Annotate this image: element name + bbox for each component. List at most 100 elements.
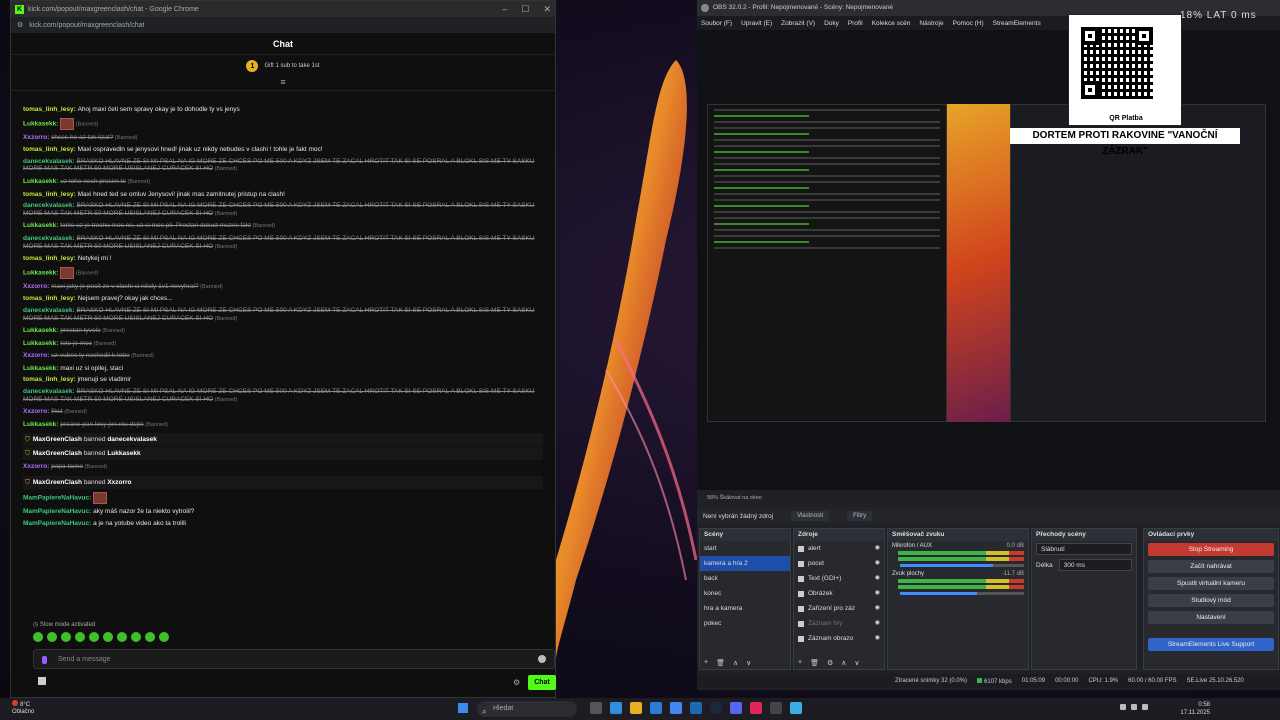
network-icon[interactable] — [1120, 704, 1126, 710]
source-name[interactable]: alert — [808, 541, 821, 556]
source-name[interactable]: Obrázek — [808, 586, 833, 601]
chat-username[interactable]: Lukkasekk: — [23, 365, 60, 372]
add-scene-icon[interactable]: + — [704, 659, 708, 667]
scene-up-icon[interactable]: ∧ — [733, 659, 738, 667]
source-item[interactable]: Záznam obrazo ◉ — [794, 631, 884, 646]
volume-icon[interactable] — [1131, 704, 1137, 710]
control-button[interactable]: Začít nahrávat — [1148, 560, 1274, 573]
preview-zoom-bar[interactable]: 58% Škálovat na okno — [697, 492, 1280, 504]
visibility-eye-icon[interactable]: ◉ — [875, 571, 880, 586]
se-support-button[interactable]: StreamElements Live Support — [1148, 638, 1274, 651]
weather-widget[interactable]: 8°C Oblačno — [12, 700, 34, 716]
chat-username[interactable]: danecekvalasek: — [23, 158, 76, 165]
chat-username[interactable]: MamPapiereNaHavuc: — [23, 495, 93, 502]
steam-icon[interactable] — [710, 702, 722, 714]
obs-menu-item[interactable]: Kolekce scén — [872, 20, 911, 27]
chat-username[interactable]: tomas_linh_lesy: — [23, 295, 78, 302]
obs-menu-item[interactable]: StreamElements — [993, 20, 1041, 27]
chat-username[interactable]: danecekvalasek: — [23, 235, 76, 242]
pinned-toggle-icon[interactable]: ≡ — [11, 77, 555, 91]
visibility-eye-icon[interactable]: ◉ — [875, 631, 880, 646]
chat-username[interactable]: Xxzorro: — [23, 283, 51, 290]
close-icon[interactable]: ✕ — [543, 4, 551, 15]
obs-menu-item[interactable]: Upravit (E) — [741, 20, 772, 27]
volume-fader[interactable] — [900, 592, 1024, 595]
emoji-picker-icon[interactable] — [538, 655, 546, 663]
obs-menu-item[interactable]: Soubor (F) — [701, 20, 732, 27]
source-name[interactable]: Záznam hry — [808, 616, 842, 631]
maximize-icon[interactable]: ☐ — [521, 4, 529, 15]
obs-menu-item[interactable]: Zobrazit (V) — [781, 20, 815, 27]
address-bar[interactable]: ⚙ kick.com/popout/maxgreenclash/chat — [11, 17, 555, 33]
control-button[interactable]: Spustit virtuální kameru — [1148, 577, 1274, 590]
emote-icon[interactable] — [47, 632, 57, 642]
source-item[interactable]: Obrázek ◉ — [794, 586, 884, 601]
visibility-eye-icon[interactable]: ◉ — [875, 601, 880, 616]
taskbar-search-label[interactable]: Hledat — [493, 705, 513, 712]
emote-icon[interactable] — [103, 632, 113, 642]
chat-username[interactable]: tomas_linh_lesy: — [23, 106, 78, 113]
chat-username[interactable]: tomas_linh_lesy: — [23, 191, 78, 198]
control-button[interactable]: Studiový mód — [1148, 594, 1274, 607]
obs-menu-item[interactable]: Profil — [848, 20, 863, 27]
app-icon[interactable] — [750, 702, 762, 714]
chat-username[interactable]: Lukkasekk: — [23, 340, 60, 347]
scene-item[interactable]: hra a kamera — [700, 601, 790, 616]
chat-input[interactable]: Send a message — [33, 649, 555, 669]
remove-source-icon[interactable]: 🗑 — [810, 659, 819, 667]
emote-icon[interactable] — [61, 632, 71, 642]
control-button[interactable]: Nastavení — [1148, 611, 1274, 624]
chat-username[interactable]: danecekvalasek: — [23, 202, 76, 209]
scene-item[interactable]: pokec — [700, 616, 790, 631]
volume-fader[interactable] — [900, 564, 1024, 567]
task-view-icon[interactable] — [590, 702, 602, 714]
chat-username[interactable]: MamPapiereNaHavuc: — [23, 508, 93, 515]
quick-emotes[interactable] — [33, 632, 169, 642]
minimize-icon[interactable]: – — [502, 4, 507, 15]
source-name[interactable]: pocet — [808, 556, 824, 571]
chat-send-button[interactable]: Chat — [528, 675, 556, 690]
scene-down-icon[interactable]: ∨ — [746, 659, 751, 667]
chat-username[interactable]: tomas_linh_lesy: — [23, 255, 78, 262]
visibility-eye-icon[interactable]: ◉ — [875, 556, 880, 571]
source-name[interactable]: Záznam obrazo — [808, 631, 853, 646]
obs-menu-item[interactable]: Nástroje — [919, 20, 943, 27]
chat-mode-icon[interactable] — [38, 677, 46, 685]
taskbar-search[interactable]: ⌕ Hledat — [477, 701, 577, 717]
discord-icon[interactable] — [730, 702, 742, 714]
site-info-icon[interactable]: ⚙ — [17, 21, 23, 29]
source-item[interactable]: Text (GDI+) ◉ — [794, 571, 884, 586]
obs-menu-item[interactable]: Doky — [824, 20, 839, 27]
emote-icon[interactable] — [131, 632, 141, 642]
add-source-icon[interactable]: + — [798, 659, 802, 667]
chat-username[interactable]: Lukkasekk: — [23, 120, 60, 127]
scene-item[interactable]: konec — [700, 586, 790, 601]
source-settings-icon[interactable]: ⚙ — [827, 659, 833, 667]
obs-menu-item[interactable]: Pomoc (H) — [953, 20, 984, 27]
emote-icon[interactable] — [75, 632, 85, 642]
duration-input[interactable]: 300 ms — [1058, 559, 1132, 571]
chat-username[interactable]: Lukkasekk: — [23, 178, 60, 185]
emote-icon[interactable] — [33, 632, 43, 642]
chat-username[interactable]: Lukkasekk: — [23, 421, 60, 428]
source-item[interactable]: Záznam hry ◉ — [794, 616, 884, 631]
obs-preview[interactable] — [697, 30, 1280, 490]
remove-scene-icon[interactable]: 🗑 — [716, 659, 725, 667]
edge-icon[interactable] — [650, 702, 662, 714]
chat-username[interactable]: Xxzorro: — [23, 352, 51, 359]
emote-icon[interactable] — [89, 632, 99, 642]
visibility-eye-icon[interactable]: ◉ — [875, 541, 880, 556]
source-down-icon[interactable]: ∨ — [854, 659, 859, 667]
app2-icon[interactable] — [790, 702, 802, 714]
chrome-icon[interactable] — [670, 702, 682, 714]
transition-select[interactable]: Slábnutí — [1036, 543, 1132, 555]
scene-item[interactable]: back — [700, 571, 790, 586]
copilot-icon[interactable] — [610, 702, 622, 714]
source-up-icon[interactable]: ∧ — [841, 659, 846, 667]
scene-item[interactable]: start — [700, 541, 790, 556]
source-name[interactable]: Text (GDI+) — [808, 571, 841, 586]
address-text[interactable]: kick.com/popout/maxgreenclash/chat — [29, 22, 144, 29]
chat-username[interactable]: MamPapiereNaHavuc: — [23, 520, 93, 527]
visibility-eye-icon[interactable]: ◉ — [875, 586, 880, 601]
source-item[interactable]: Zařízení pro záz ◉ — [794, 601, 884, 616]
